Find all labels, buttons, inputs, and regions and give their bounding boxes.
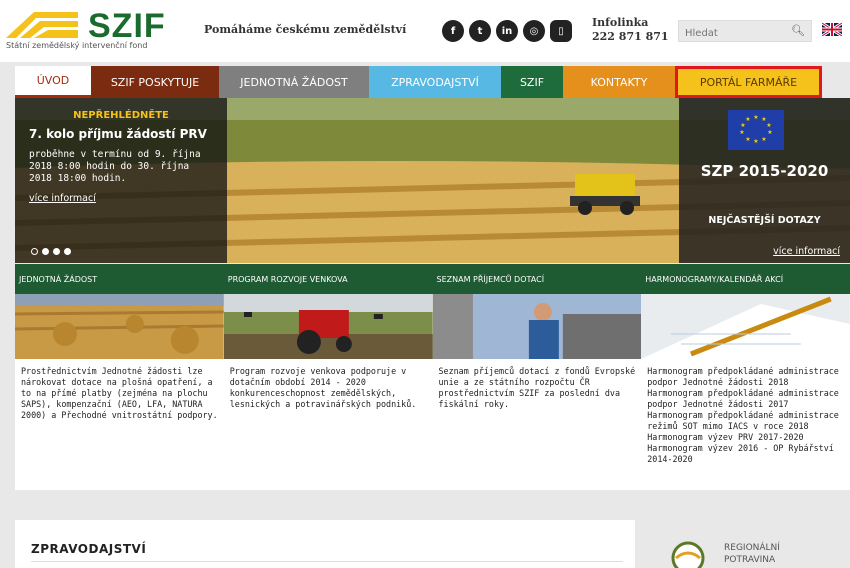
hero-kicker: NEPŘEHLÉDNĚTE bbox=[73, 110, 169, 121]
social-links: f t in ◎ ▯ bbox=[442, 20, 572, 42]
category-cards: Prostřednictvím Jednotné žádosti lze nár… bbox=[15, 294, 850, 490]
farmer-image bbox=[432, 294, 642, 359]
nav-jednotna-zadost[interactable]: JEDNOTNÁ ŽÁDOST bbox=[219, 66, 369, 98]
nav-uvod[interactable]: ÚVOD bbox=[15, 66, 91, 98]
svg-text:★: ★ bbox=[739, 129, 744, 136]
hay-bales-image bbox=[15, 294, 224, 359]
twitter-icon[interactable]: t bbox=[469, 20, 491, 42]
svg-text:★: ★ bbox=[740, 122, 745, 129]
svg-text:★: ★ bbox=[745, 116, 750, 123]
slider-dot[interactable] bbox=[31, 248, 38, 255]
category-bar: JEDNOTNÁ ŽÁDOST PROGRAM ROZVOJE VENKOVA … bbox=[15, 264, 850, 294]
logo-subtitle: Státní zemědělský intervenční fond bbox=[6, 41, 148, 50]
hero-more-link[interactable]: více informací bbox=[29, 193, 213, 204]
nav-kontakty[interactable]: KONTAKTY bbox=[563, 66, 675, 98]
main-nav: ÚVOD SZIF POSKYTUJE JEDNOTNÁ ŽÁDOST ZPRA… bbox=[15, 66, 850, 98]
search-box: 🔍︎ bbox=[678, 20, 812, 44]
category-seznam-prijemcu[interactable]: SEZNAM PŘÍJEMCŮ DOTACÍ bbox=[433, 264, 642, 294]
svg-text:★: ★ bbox=[753, 114, 758, 121]
slider-dot[interactable] bbox=[42, 248, 49, 255]
card-harmonogramy[interactable]: Harmonogram předpokládané administrace p… bbox=[641, 294, 850, 490]
news-title: ZPRAVODAJSTVÍ bbox=[31, 542, 147, 556]
szp-title: SZP 2015-2020 bbox=[700, 162, 829, 180]
regional-food-logo-icon[interactable] bbox=[670, 540, 706, 568]
nav-portal-farmare[interactable]: PORTÁL FARMÁŘE bbox=[675, 66, 822, 98]
slider-dot[interactable] bbox=[53, 248, 60, 255]
english-flag-icon[interactable] bbox=[822, 23, 842, 36]
slider-dots bbox=[31, 248, 71, 255]
svg-text:★: ★ bbox=[761, 136, 766, 143]
card-program-rozvoje[interactable]: Program rozvoje venkova podporuje v dota… bbox=[223, 294, 433, 490]
news-divider bbox=[31, 561, 623, 562]
card-text: Program rozvoje venkova podporuje v dota… bbox=[229, 366, 417, 409]
hero-text: proběhne v termínu od 9. října 2018 8:00… bbox=[29, 149, 201, 184]
svg-text:★: ★ bbox=[766, 122, 771, 129]
svg-text:★: ★ bbox=[753, 138, 758, 145]
nav-szif[interactable]: SZIF bbox=[501, 66, 563, 98]
szp-more-link[interactable]: více informací bbox=[773, 246, 840, 257]
notebook-pen-image bbox=[641, 294, 850, 359]
eu-flag-icon: ★ ★ ★ ★ ★ ★ ★ ★ ★ ★ bbox=[728, 110, 784, 150]
linkedin-icon[interactable]: in bbox=[496, 20, 518, 42]
szif-logo[interactable]: SZIF Státní zemědělský intervenční fond bbox=[6, 8, 165, 54]
site-header: SZIF Státní zemědělský intervenční fond … bbox=[0, 0, 850, 62]
tractor-image bbox=[223, 294, 433, 359]
news-section: ZPRAVODAJSTVÍ bbox=[15, 520, 635, 568]
search-input[interactable] bbox=[679, 23, 789, 44]
category-jednotna-zadost[interactable]: JEDNOTNÁ ŽÁDOST bbox=[15, 264, 224, 294]
szp-subtitle[interactable]: NEJČASTĚJŠÍ DOTAZY bbox=[679, 214, 850, 228]
regional-food-label[interactable]: REGIONÁLNÍ POTRAVINA bbox=[724, 542, 794, 566]
card-jednotna-zadost[interactable]: Prostřednictvím Jednotné žádosti lze nár… bbox=[15, 294, 224, 490]
infolinka-number[interactable]: 222 871 871 bbox=[592, 30, 669, 44]
search-icon[interactable]: 🔍︎ bbox=[791, 24, 805, 37]
category-harmonogramy[interactable]: HARMONOGRAMY/KALENDÁŘ AKCÍ bbox=[641, 264, 850, 294]
nav-zpravodajstvi[interactable]: ZPRAVODAJSTVÍ bbox=[369, 66, 501, 98]
svg-text:★: ★ bbox=[745, 136, 750, 143]
hero-title[interactable]: 7. kolo příjmu žádostí PRV bbox=[29, 127, 213, 141]
logo-stripes-icon bbox=[6, 12, 78, 38]
hero-announcement: NEPŘEHLÉDNĚTE 7. kolo příjmu žádostí PRV… bbox=[15, 98, 227, 263]
logo-text: SZIF bbox=[88, 7, 166, 45]
infolinka-label: Infolinka bbox=[592, 16, 649, 29]
facebook-icon[interactable]: f bbox=[442, 20, 464, 42]
infolinka: Infolinka 222 871 871 bbox=[592, 16, 669, 44]
category-program-rozvoje-venkova[interactable]: PROGRAM ROZVOJE VENKOVA bbox=[224, 264, 433, 294]
hero-banner: NEPŘEHLÉDNĚTE 7. kolo příjmu žádostí PRV… bbox=[15, 98, 850, 263]
svg-text:★: ★ bbox=[767, 129, 772, 136]
card-text: Prostřednictvím Jednotné žádosti lze nár… bbox=[21, 366, 218, 420]
nav-szif-poskytuje[interactable]: SZIF POSKYTUJE bbox=[91, 66, 219, 98]
instagram-icon[interactable]: ◎ bbox=[523, 20, 545, 42]
card-text: Seznam příjemců dotací z fondů Evropské … bbox=[438, 366, 636, 409]
tagline: Pomáháme českému zemědělství bbox=[204, 23, 407, 36]
mobile-icon[interactable]: ▯ bbox=[550, 20, 572, 42]
card-seznam-prijemcu[interactable]: Seznam příjemců dotací z fondů Evropské … bbox=[432, 294, 642, 490]
szp-promo[interactable]: ★ ★ ★ ★ ★ ★ ★ ★ ★ ★ SZP 2015-2020 NEJČAS… bbox=[679, 98, 850, 263]
card-text: Harmonogram předpokládané administrace p… bbox=[647, 366, 839, 464]
slider-dot[interactable] bbox=[64, 248, 71, 255]
